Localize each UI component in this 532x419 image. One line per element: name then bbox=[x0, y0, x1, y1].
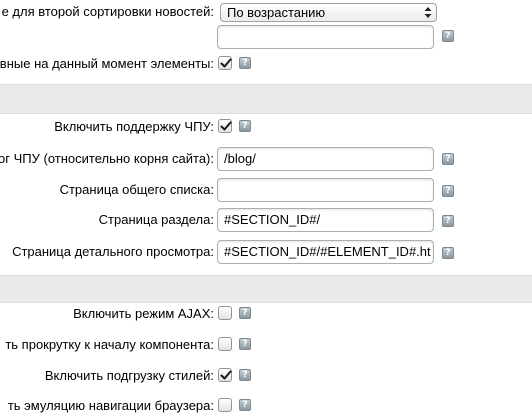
help-icon[interactable]: ? bbox=[239, 307, 251, 319]
active-elements-checkbox[interactable] bbox=[218, 56, 232, 70]
active-elements-row: ивные на данный момент элементы: ? bbox=[0, 52, 532, 76]
ajax-scroll-checkbox[interactable] bbox=[218, 337, 232, 351]
ajax-history-checkbox[interactable] bbox=[218, 398, 232, 412]
second-sort-extra-row: ? bbox=[0, 22, 532, 50]
help-icon[interactable]: ? bbox=[239, 338, 251, 350]
second-sort-extra-input[interactable] bbox=[217, 25, 434, 49]
sef-folder-row: ог ЧПУ (относительно корня сайта): /blog… bbox=[0, 145, 532, 175]
ajax-scroll-label: ть прокрутку к началу компонента: bbox=[5, 337, 214, 352]
checkmark-icon bbox=[220, 370, 232, 380]
second-sort-select[interactable]: По возрастанию bbox=[220, 3, 437, 22]
list-page-input[interactable] bbox=[217, 178, 434, 202]
help-icon[interactable]: ? bbox=[239, 369, 251, 381]
ajax-styles-row: Включить подгрузку стилей: ? bbox=[0, 366, 532, 388]
section-header-ajax bbox=[0, 275, 532, 303]
detail-page-input[interactable]: #SECTION_ID#/#ELEMENT_ID#.ht bbox=[217, 240, 434, 264]
second-sort-select-value: По возрастанию bbox=[227, 5, 326, 20]
help-icon[interactable]: ? bbox=[442, 185, 454, 197]
sef-enable-label: Включить поддержку ЧПУ: bbox=[54, 119, 214, 134]
help-icon[interactable]: ? bbox=[442, 153, 454, 165]
help-icon[interactable]: ? bbox=[442, 215, 454, 227]
checkmark-icon bbox=[220, 58, 232, 68]
ajax-styles-label: Включить подгрузку стилей: bbox=[44, 368, 214, 383]
sef-folder-input[interactable]: /blog/ bbox=[217, 147, 434, 171]
help-icon[interactable]: ? bbox=[239, 57, 251, 69]
section-page-row: Страница раздела: #SECTION_ID#/ ? bbox=[0, 207, 532, 237]
section-page-label: Страница раздела: bbox=[98, 212, 214, 227]
checkmark-icon bbox=[220, 121, 232, 131]
sef-enable-row: Включить поддержку ЧПУ: ? bbox=[0, 114, 532, 138]
ajax-mode-checkbox[interactable] bbox=[218, 306, 232, 320]
ajax-styles-checkbox[interactable] bbox=[218, 368, 232, 382]
detail-page-row: Страница детального просмотра: #SECTION_… bbox=[0, 238, 532, 268]
detail-page-label: Страница детального просмотра: bbox=[12, 244, 214, 259]
ajax-history-row: ть эмуляцию навигации браузера: ? bbox=[0, 397, 532, 419]
help-icon[interactable]: ? bbox=[239, 399, 251, 411]
section-header-sef bbox=[0, 84, 532, 114]
list-page-row: Страница общего списка: ? bbox=[0, 176, 532, 206]
ajax-history-label: ть эмуляцию навигации браузера: bbox=[7, 398, 214, 413]
select-arrows-icon bbox=[424, 7, 432, 18]
help-icon[interactable]: ? bbox=[442, 30, 454, 42]
active-elements-label: ивные на данный момент элементы: bbox=[0, 56, 214, 71]
ajax-mode-row: Включить режим AJAX: ? bbox=[0, 304, 532, 326]
ajax-scroll-row: ть прокрутку к началу компонента: ? bbox=[0, 335, 532, 357]
sef-enable-checkbox[interactable] bbox=[218, 119, 232, 133]
section-page-input[interactable]: #SECTION_ID#/ bbox=[217, 208, 434, 232]
help-icon[interactable]: ? bbox=[239, 120, 251, 132]
help-icon[interactable]: ? bbox=[442, 247, 454, 259]
ajax-mode-label: Включить режим AJAX: bbox=[73, 306, 214, 321]
second-sort-label: е для второй сортировки новостей: bbox=[1, 4, 214, 19]
sef-folder-label: ог ЧПУ (относительно корня сайта): bbox=[0, 151, 214, 166]
list-page-label: Страница общего списка: bbox=[59, 182, 214, 197]
